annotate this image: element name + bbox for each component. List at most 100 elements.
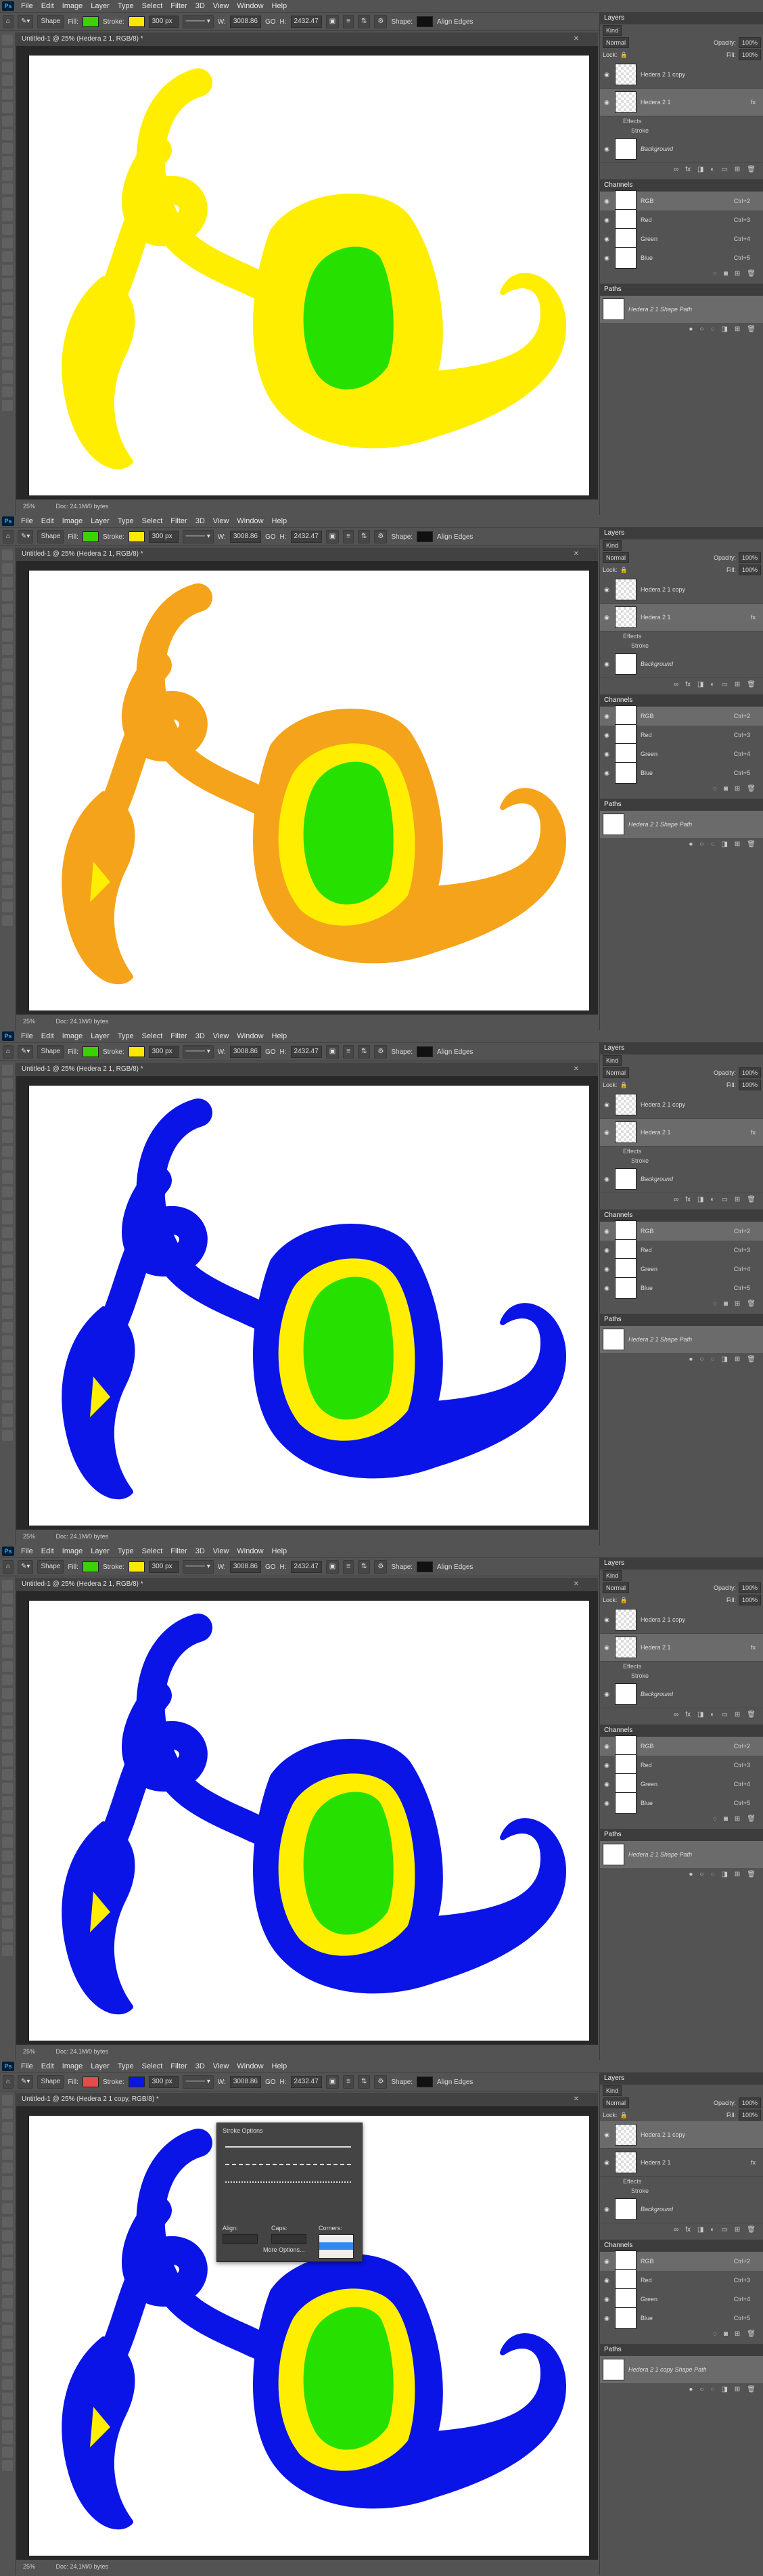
channel-rgb[interactable]: ◉ RGB Ctrl+2	[600, 1220, 763, 1242]
trash-icon[interactable]: 🗑	[747, 270, 756, 277]
home-icon[interactable]: ⌂	[3, 1560, 14, 1574]
layer-kind-select[interactable]: Kind	[603, 1055, 622, 1066]
eye-icon[interactable]: ◉	[603, 1691, 611, 1697]
eye-icon[interactable]: ◉	[603, 2206, 611, 2213]
tool-icon[interactable]	[2, 89, 13, 99]
paths-panel-title[interactable]: Paths	[600, 1829, 763, 1841]
trash-icon[interactable]: 🗑	[747, 1196, 756, 1203]
path-operations-icon[interactable]: ▣	[325, 15, 340, 28]
path-operations-icon[interactable]: ▣	[325, 530, 340, 543]
trash-icon[interactable]: 🗑	[747, 326, 756, 333]
tool-icon[interactable]	[2, 793, 13, 804]
paths-panel-title[interactable]: Paths	[600, 799, 763, 811]
fill-swatch[interactable]	[82, 2077, 99, 2087]
stroke-path-icon[interactable]: ○	[699, 326, 703, 333]
new-layer-icon[interactable]: ⊞	[735, 166, 740, 173]
path-arrangement-icon[interactable]: ⇅	[357, 15, 371, 28]
channel-rgb[interactable]: ◉ RGB Ctrl+2	[600, 705, 763, 727]
channel-blue[interactable]: ◉ Blue Ctrl+5	[600, 247, 763, 269]
tool-icon[interactable]	[2, 129, 13, 140]
eye-icon[interactable]: ◉	[603, 146, 611, 152]
tool-icon[interactable]	[2, 1295, 13, 1306]
blend-mode-select[interactable]: Normal	[603, 37, 630, 48]
menu-window[interactable]: Window	[233, 2, 267, 10]
fx-add-icon[interactable]: fx	[685, 2226, 691, 2234]
tool-icon[interactable]	[2, 1661, 13, 1672]
tool-mode-select[interactable]: Shape	[37, 530, 64, 543]
canvas[interactable]	[28, 570, 590, 1011]
tool-icon[interactable]	[2, 888, 13, 899]
fx-icon[interactable]: fx	[751, 99, 756, 106]
fx-icon[interactable]: fx	[751, 614, 756, 621]
dashed-line-option[interactable]	[225, 2164, 351, 2165]
tool-icon[interactable]	[2, 1932, 13, 1942]
fill-path-icon[interactable]: ●	[689, 1356, 693, 1363]
new-path-icon[interactable]: ⊞	[735, 841, 740, 848]
tool-icon[interactable]	[2, 197, 13, 208]
link-icon[interactable]: ∞	[674, 166, 678, 173]
menu-window[interactable]: Window	[233, 1032, 267, 1040]
tool-icon[interactable]	[2, 1214, 13, 1224]
save-selection-icon[interactable]: ◙	[724, 1300, 728, 1308]
channel-blue[interactable]: ◉ Blue Ctrl+5	[600, 1277, 763, 1299]
tool-icon[interactable]	[2, 2122, 13, 2133]
menu-select[interactable]: Select	[138, 1547, 167, 1555]
menu-window[interactable]: Window	[233, 1547, 267, 1555]
menu-type[interactable]: Type	[114, 517, 138, 525]
selection-icon[interactable]: ◌	[713, 2330, 717, 2338]
zoom-level[interactable]: 25%	[23, 2563, 35, 2570]
lock-icon[interactable]: 🔒	[620, 1082, 628, 1089]
gear-icon[interactable]: ⚙	[374, 1045, 388, 1059]
home-icon[interactable]: ⌂	[3, 1045, 14, 1059]
folder-icon[interactable]: ▭	[721, 1196, 727, 1203]
gear-icon[interactable]: ⚙	[374, 1560, 388, 1574]
menu-3d[interactable]: 3D	[191, 2, 209, 10]
eye-icon[interactable]: ◉	[603, 1266, 611, 1272]
close-icon[interactable]: ✕	[574, 1063, 579, 1076]
mask-icon[interactable]: ◨	[697, 166, 703, 173]
menu-layer[interactable]: Layer	[87, 2062, 114, 2070]
document-tab[interactable]: Untitled-1 @ 25% (Hedera 2 1, RGB/8) * ✕	[16, 1578, 598, 1591]
tool-icon[interactable]	[2, 2176, 13, 2187]
close-icon[interactable]: ✕	[574, 548, 579, 561]
layer-background[interactable]: ◉ Background	[600, 135, 763, 163]
tool-icon[interactable]	[2, 2257, 13, 2268]
menu-help[interactable]: Help	[268, 1032, 292, 1040]
shape-picker[interactable]	[417, 531, 434, 542]
path-arrangement-icon[interactable]: ⇅	[357, 1045, 371, 1059]
layer-kind-select[interactable]: Kind	[603, 1570, 622, 1581]
tool-icon[interactable]	[2, 224, 13, 235]
mask-icon[interactable]: ◨	[697, 1711, 703, 1718]
trash-icon[interactable]: 🗑	[747, 1300, 756, 1308]
tool-icon[interactable]	[2, 1065, 13, 1075]
fill-opacity-field[interactable]: 100%	[738, 1595, 761, 1605]
zoom-level[interactable]: 25%	[23, 503, 35, 510]
menu-3d[interactable]: 3D	[191, 517, 209, 525]
new-channel-icon[interactable]: ⊞	[735, 2330, 740, 2338]
menu-edit[interactable]: Edit	[37, 2062, 58, 2070]
path-alignment-icon[interactable]: ≡	[343, 530, 354, 543]
tool-icon[interactable]	[2, 1200, 13, 1211]
stroke-effect[interactable]: Stroke	[600, 1156, 763, 1165]
tool-icon[interactable]	[2, 902, 13, 912]
eye-icon[interactable]: ◉	[603, 2159, 611, 2166]
tool-icon[interactable]	[2, 861, 13, 872]
link-icon[interactable]: ∞	[674, 681, 678, 688]
folder-icon[interactable]: ▭	[721, 1711, 727, 1718]
tool-icon[interactable]	[2, 753, 13, 763]
tool-icon[interactable]	[2, 604, 13, 615]
channel-blue[interactable]: ◉ Blue Ctrl+5	[600, 2307, 763, 2329]
eye-icon[interactable]: ◉	[603, 2296, 611, 2303]
tool-icon[interactable]	[2, 332, 13, 343]
layer-background[interactable]: ◉ Background	[600, 2196, 763, 2223]
align-edges-checkbox[interactable]: Align Edges	[437, 18, 473, 26]
layers-panel-title[interactable]: Layers	[600, 2072, 763, 2085]
tool-icon[interactable]	[2, 1092, 13, 1103]
menu-3d[interactable]: 3D	[191, 2062, 209, 2070]
menu-filter[interactable]: Filter	[166, 1032, 191, 1040]
menu-help[interactable]: Help	[268, 2, 292, 10]
eye-icon[interactable]: ◉	[603, 1781, 611, 1787]
opacity-field[interactable]: 100%	[738, 1582, 761, 1593]
eye-icon[interactable]: ◉	[603, 1247, 611, 1253]
width-field[interactable]: 3008.86	[229, 1046, 261, 1058]
